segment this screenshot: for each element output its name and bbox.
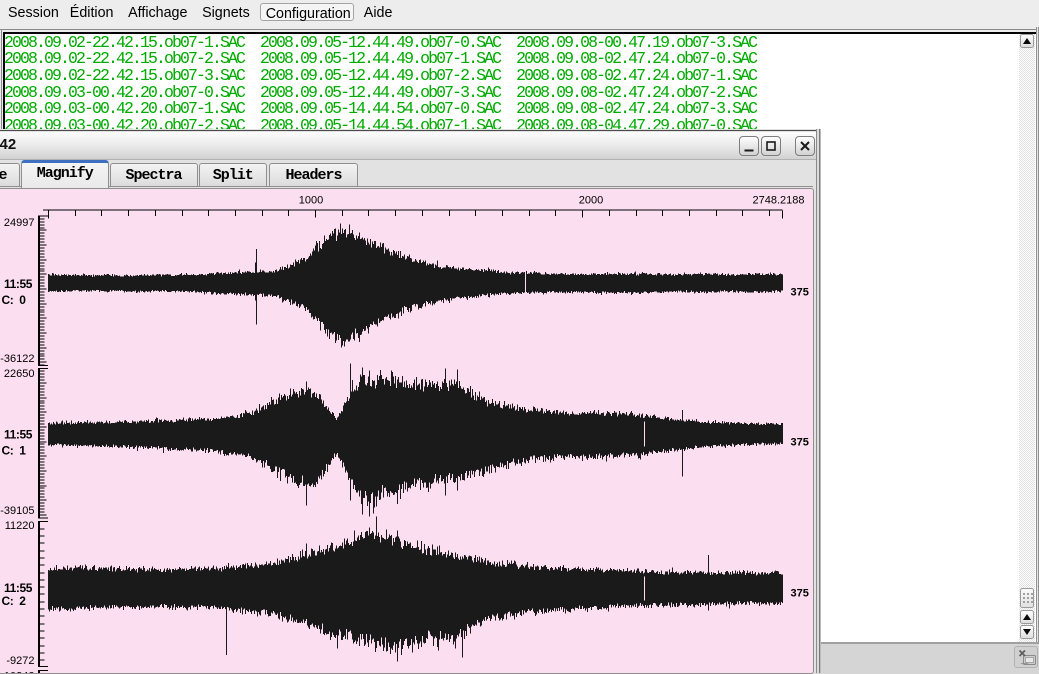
svg-text:375: 375 (791, 587, 809, 599)
svg-text:11:55: 11:55 (4, 427, 33, 441)
svg-text:24997: 24997 (4, 217, 35, 229)
svg-text:C: 1: C: 1 (2, 443, 27, 457)
svg-text:11220: 11220 (5, 520, 35, 532)
svg-text:11:55: 11:55 (4, 277, 33, 291)
svg-text:11:55: 11:55 (4, 581, 33, 595)
svg-text:1000: 1000 (299, 194, 323, 206)
svg-text:-39105: -39105 (0, 505, 34, 517)
svg-text:2748.2188: 2748.2188 (753, 194, 805, 206)
svg-text:C: 2: C: 2 (2, 594, 27, 608)
svg-text:-9272: -9272 (6, 655, 34, 667)
svg-text:C: 0: C: 0 (2, 293, 27, 307)
svg-text:375: 375 (791, 436, 809, 448)
svg-text:22650: 22650 (4, 368, 35, 380)
svg-text:-36122: -36122 (0, 353, 34, 365)
svg-text:2000: 2000 (579, 194, 603, 206)
svg-text:375: 375 (791, 286, 809, 298)
